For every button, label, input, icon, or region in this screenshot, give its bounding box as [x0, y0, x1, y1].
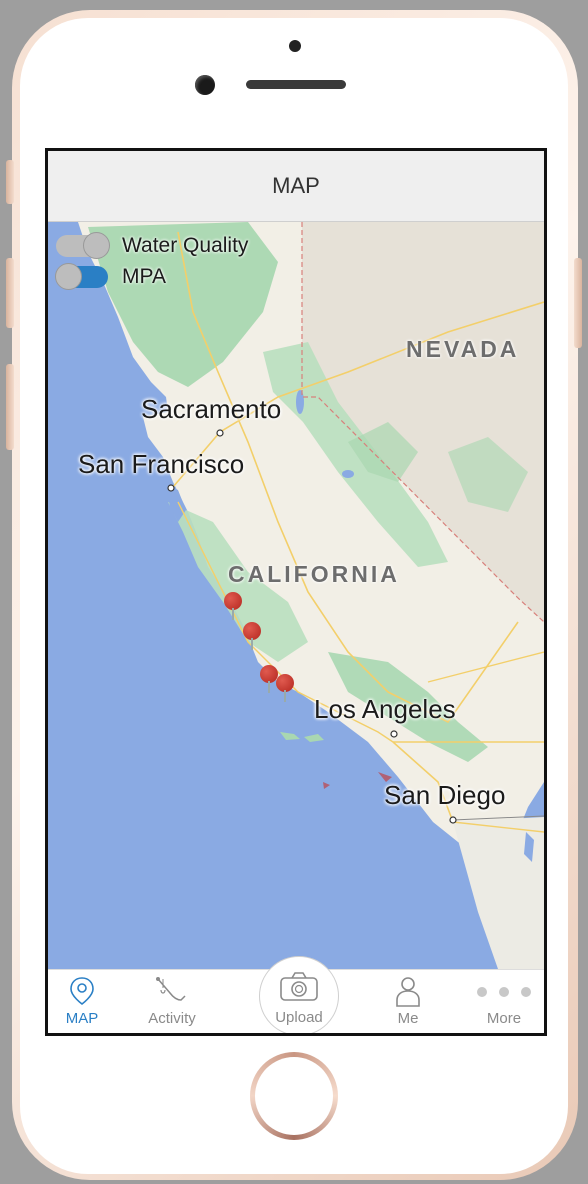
map-canvas — [78, 222, 544, 969]
tab-bar: MAP Activity Upload Me More — [48, 956, 544, 1033]
los-angeles-dot — [390, 730, 398, 738]
more-dots-icon — [464, 976, 544, 1008]
sacramento-dot — [216, 429, 224, 437]
power-button — [574, 258, 582, 348]
tab-activity-label: Activity — [148, 1010, 196, 1027]
tab-map[interactable]: MAP — [48, 970, 122, 1033]
tab-me[interactable]: Me — [368, 970, 448, 1033]
layer-water-quality: Water Quality — [56, 232, 249, 259]
tab-upload-label: Upload — [275, 1009, 323, 1026]
water-quality-label: Water Quality — [122, 234, 249, 257]
page-title: MAP — [272, 173, 320, 198]
state-label-california: CALIFORNIA — [228, 561, 400, 587]
volume-down-button — [6, 364, 14, 450]
san-diego-dot — [449, 816, 457, 824]
tab-more[interactable]: More — [464, 970, 544, 1033]
mute-switch — [6, 160, 14, 204]
app-screen: MAP Sacramento San Francisco Los Angeles… — [45, 148, 547, 1036]
city-label-sacramento: Sacramento — [141, 394, 282, 424]
toggle-knob — [83, 232, 110, 259]
navigation-bar: MAP — [48, 151, 544, 222]
state-label-nevada: NEVADA — [406, 336, 520, 362]
water-quality-toggle[interactable] — [56, 232, 110, 259]
mpa-toggle[interactable] — [55, 263, 108, 290]
map-view[interactable]: Sacramento San Francisco Los Angeles San… — [48, 222, 544, 969]
map-pin-icon — [48, 976, 122, 1008]
fishing-rod-icon — [132, 976, 212, 1008]
lake-tahoe — [296, 390, 304, 414]
home-button[interactable] — [250, 1052, 338, 1140]
map-marker[interactable] — [243, 622, 261, 650]
tab-more-label: More — [486, 1010, 522, 1027]
city-label-los-angeles: Los Angeles — [314, 694, 456, 724]
person-icon — [368, 976, 448, 1008]
earpiece-speaker — [246, 80, 346, 89]
tab-map-label: MAP — [65, 1010, 99, 1027]
channel-islands-south — [323, 772, 392, 789]
lake-mono — [342, 470, 354, 478]
layer-mpa: MPA — [55, 263, 166, 290]
volume-up-button — [6, 258, 14, 328]
city-label-san-diego: San Diego — [384, 780, 506, 810]
channel-islands — [280, 732, 324, 742]
mpa-label: MPA — [122, 265, 166, 288]
san-francisco-dot — [167, 484, 175, 492]
city-label-san-francisco: San Francisco — [78, 449, 245, 479]
toggle-knob — [55, 263, 82, 290]
upload-button[interactable]: Upload — [259, 956, 339, 1033]
tab-activity[interactable]: Activity — [132, 970, 212, 1033]
tab-me-label: Me — [397, 1010, 419, 1027]
front-camera-icon — [195, 75, 215, 95]
map-marker[interactable] — [276, 674, 294, 702]
proximity-sensor — [289, 40, 301, 52]
map-marker[interactable] — [224, 592, 242, 620]
camera-icon — [260, 971, 338, 1003]
